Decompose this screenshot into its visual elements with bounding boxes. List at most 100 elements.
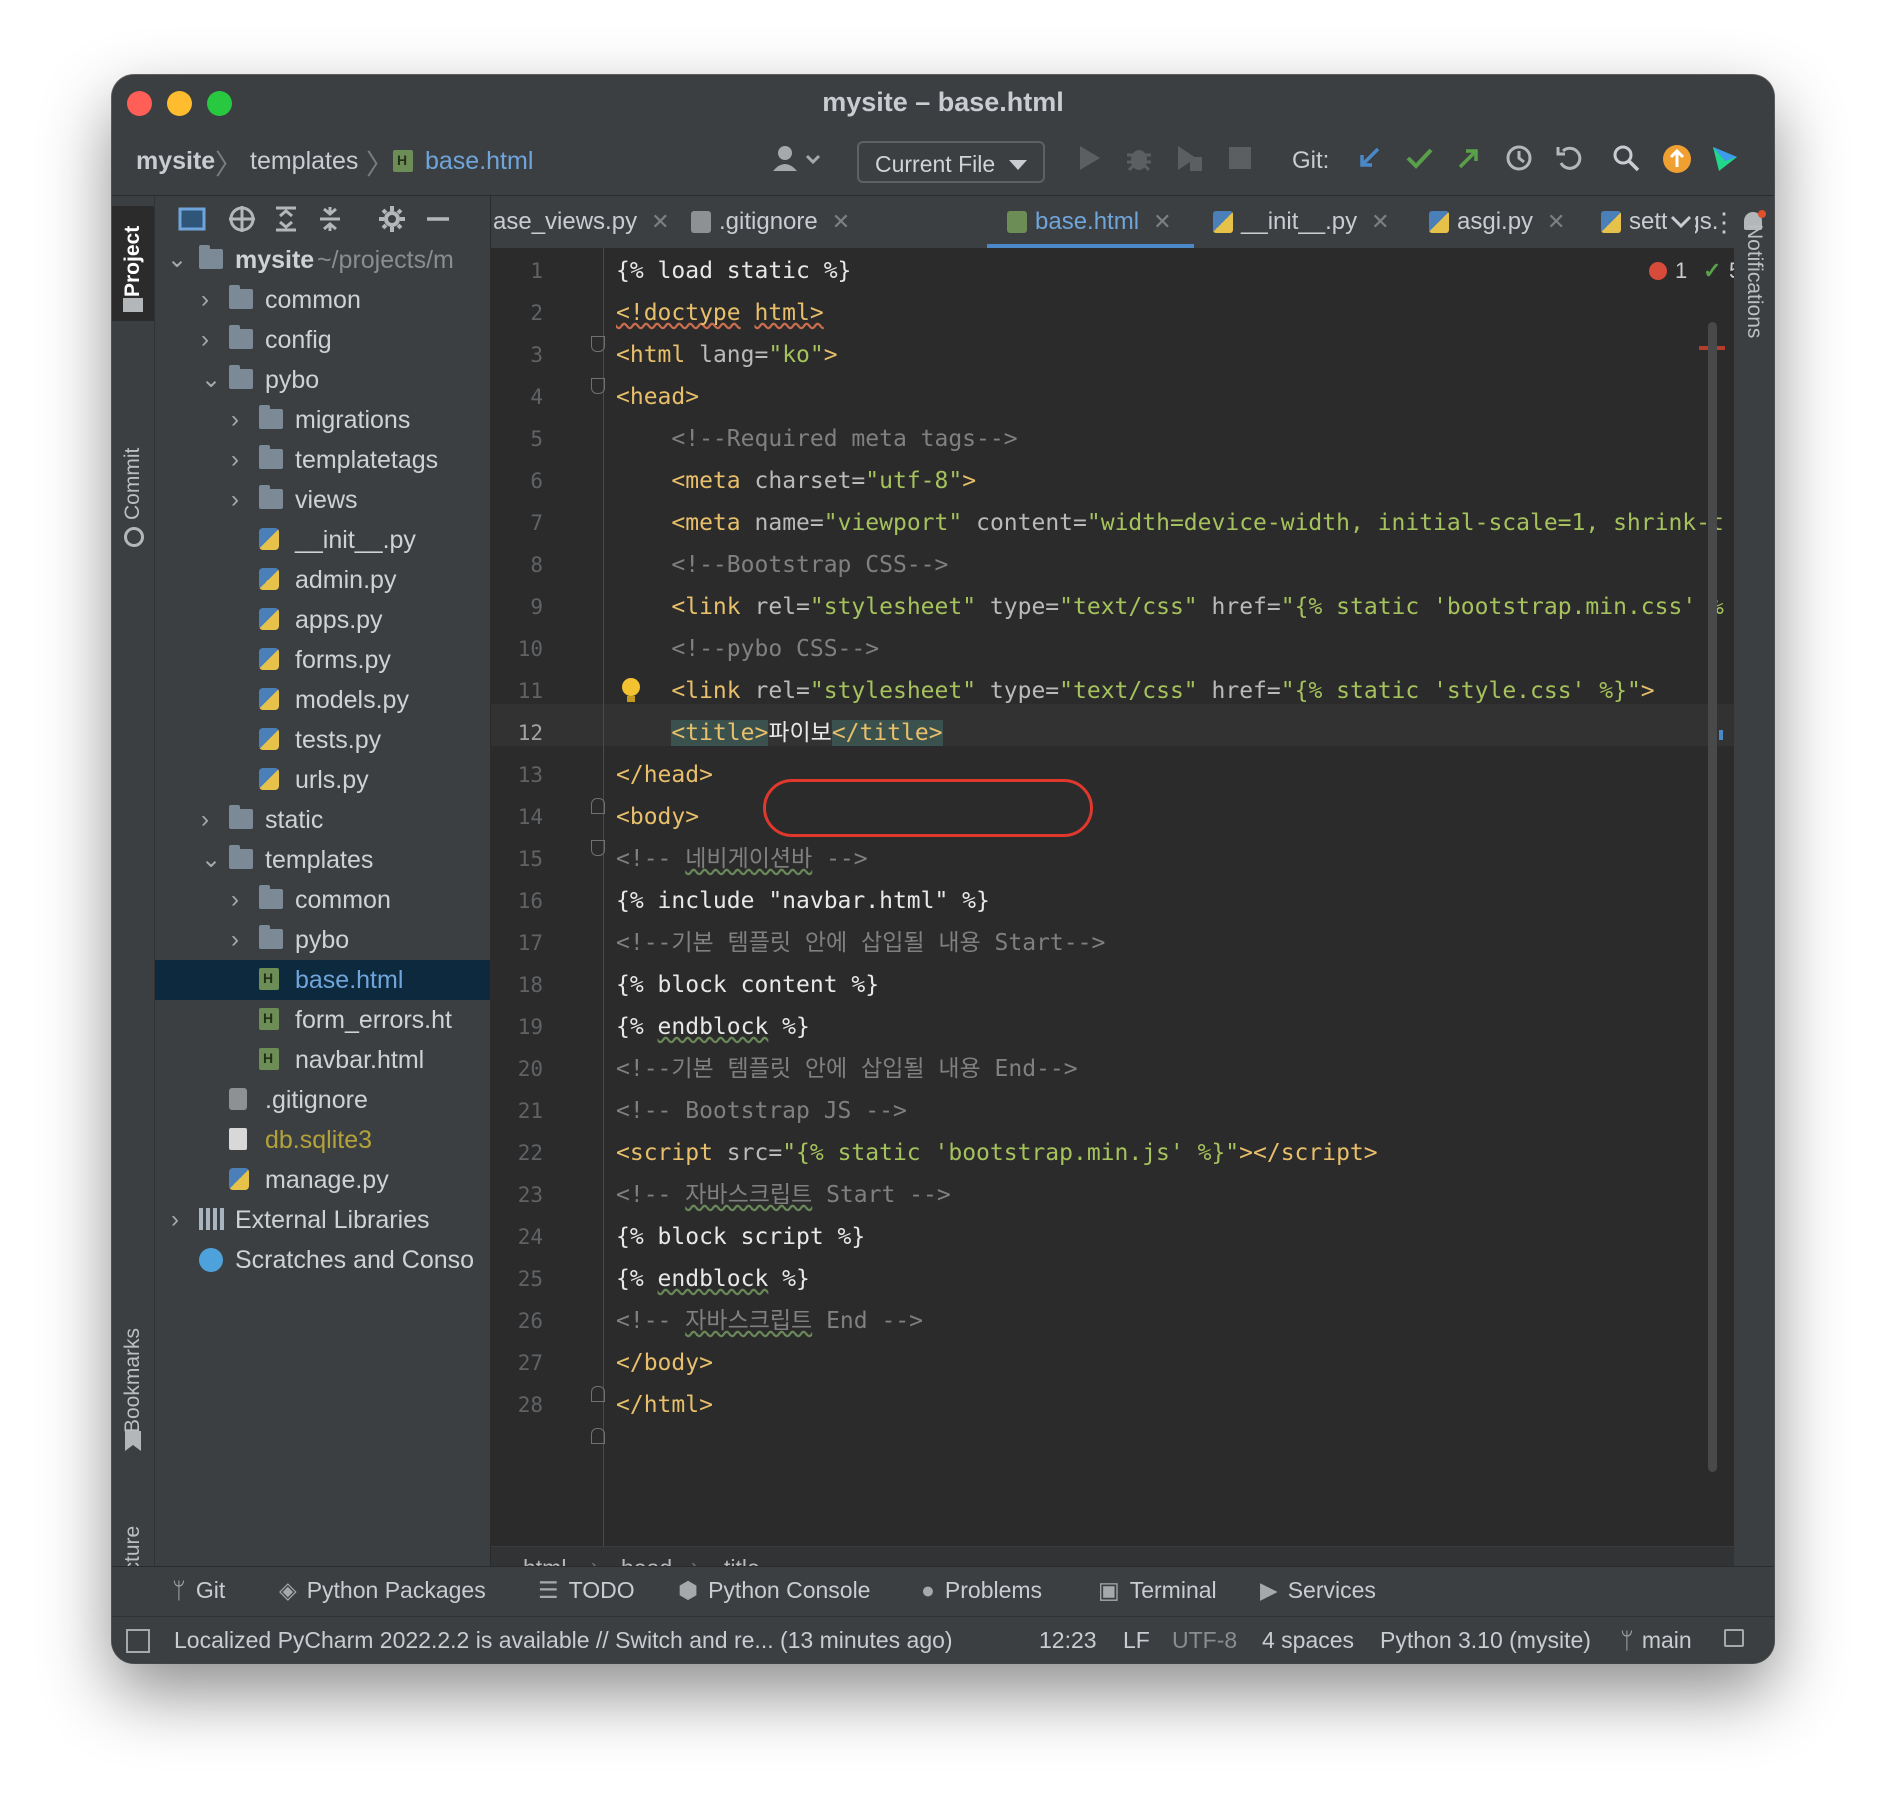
line-number[interactable]: 24 [491, 1216, 543, 1258]
tree-item[interactable]: form_errors.ht [155, 1000, 490, 1040]
coverage-icon[interactable] [1172, 143, 1206, 183]
tree-item[interactable]: › migrations [155, 400, 490, 440]
project-tool-tab[interactable]: Project [112, 206, 154, 321]
toggle-tool-windows-icon[interactable] [126, 1629, 150, 1653]
tool-window-python-packages[interactable]: ◈ Python Packages [279, 1577, 486, 1604]
line-number[interactable]: 13 [491, 754, 543, 796]
nav-crumb-file[interactable]: base.html [425, 147, 533, 176]
tree-item[interactable]: › pybo [155, 920, 490, 960]
line-number[interactable]: 18 [491, 964, 543, 1006]
tree-item[interactable]: › config [155, 320, 490, 360]
caret-position[interactable]: 12:23 [1039, 1627, 1097, 1654]
chevron-right-icon[interactable]: › [231, 480, 249, 520]
line-number[interactable]: 7 [491, 502, 543, 544]
tree-item[interactable]: admin.py [155, 560, 490, 600]
line-number[interactable]: 21 [491, 1090, 543, 1132]
git-update-icon[interactable] [1352, 143, 1386, 183]
tree-item[interactable]: tests.py [155, 720, 490, 760]
tree-item[interactable]: › common [155, 880, 490, 920]
tab-gitignore[interactable]: .gitignore ✕ [691, 196, 850, 248]
line-number[interactable]: 26 [491, 1300, 543, 1342]
fold-marker-icon[interactable] [591, 1386, 605, 1402]
panel-view-icon[interactable] [177, 204, 207, 241]
line-number[interactable]: 10 [491, 628, 543, 670]
line-number[interactable]: 5 [491, 418, 543, 460]
user-dropdown-icon[interactable] [767, 143, 827, 185]
tool-window-services[interactable]: ▶ Services [1260, 1577, 1376, 1604]
line-number[interactable]: 14 [491, 796, 543, 838]
chevron-right-icon[interactable]: › [171, 1200, 189, 1240]
debug-icon[interactable] [1122, 143, 1156, 183]
collapse-all-icon[interactable] [315, 204, 345, 241]
tab-init-py[interactable]: __init__.py ✕ [1213, 196, 1390, 248]
run-configuration-select[interactable]: Current File [857, 141, 1045, 183]
git-push-icon[interactable] [1452, 143, 1486, 183]
status-message[interactable]: Localized PyCharm 2022.2.2 is available … [174, 1627, 953, 1654]
run-icon[interactable] [1072, 143, 1106, 183]
commit-tool-tab[interactable]: Commit [112, 421, 154, 551]
stop-icon[interactable] [1224, 143, 1256, 181]
chevron-down-icon[interactable]: ⌄ [201, 360, 221, 400]
notifications-tool-tab[interactable]: Notifications [1734, 206, 1774, 356]
tree-item[interactable]: __init__.py [155, 520, 490, 560]
fold-marker-icon[interactable] [591, 798, 605, 814]
chevron-right-icon[interactable]: › [201, 280, 219, 320]
line-number[interactable]: 25 [491, 1258, 543, 1300]
close-icon[interactable]: ✕ [1371, 209, 1389, 234]
jetbrains-logo-icon[interactable] [1708, 143, 1742, 185]
line-number[interactable]: 20 [491, 1048, 543, 1090]
tree-item[interactable]: Scratches and Conso [155, 1240, 490, 1280]
tab-base-html[interactable]: base.html ✕ [1007, 196, 1172, 248]
tree-item[interactable]: apps.py [155, 600, 490, 640]
tree-item[interactable]: › views [155, 480, 490, 520]
tree-item[interactable]: › common [155, 280, 490, 320]
hide-panel-icon[interactable] [423, 204, 453, 241]
line-number[interactable]: 2 [491, 292, 543, 334]
chevron-right-icon[interactable]: › [201, 320, 219, 360]
chevron-right-icon[interactable]: › [231, 880, 249, 920]
tool-window-python-console[interactable]: ⬢ Python Console [678, 1577, 870, 1604]
expand-all-icon[interactable] [271, 204, 301, 241]
line-number[interactable]: 17 [491, 922, 543, 964]
line-number[interactable]: 1 [491, 250, 543, 292]
line-number[interactable]: 11 [491, 670, 543, 712]
close-icon[interactable]: ✕ [832, 209, 850, 234]
lock-icon[interactable] [1724, 1629, 1744, 1647]
line-number[interactable]: 8 [491, 544, 543, 586]
line-separator[interactable]: LF [1123, 1627, 1150, 1654]
chevron-right-icon[interactable]: › [201, 800, 219, 840]
tab-base-views[interactable]: ase_views.py ✕ [493, 196, 670, 248]
gear-icon[interactable] [377, 204, 407, 241]
lightbulb-icon[interactable] [622, 678, 640, 696]
tree-item[interactable]: urls.py [155, 760, 490, 800]
line-number[interactable]: 19 [491, 1006, 543, 1048]
history-icon[interactable] [1502, 143, 1536, 183]
chevron-right-icon[interactable]: › [231, 400, 249, 440]
chevron-down-icon[interactable]: ⌄ [201, 840, 221, 880]
tab-settings-py[interactable]: settings. [1601, 196, 1718, 248]
git-commit-icon[interactable] [1402, 143, 1436, 183]
bookmarks-tool-tab[interactable]: Bookmarks [112, 1306, 154, 1456]
line-number[interactable]: 6 [491, 460, 543, 502]
line-number[interactable]: 9 [491, 586, 543, 628]
tree-item[interactable]: base.html [155, 960, 490, 1000]
line-number[interactable]: 27 [491, 1342, 543, 1384]
tree-item[interactable]: › templatetags [155, 440, 490, 480]
file-encoding[interactable]: UTF-8 [1172, 1627, 1237, 1654]
close-icon[interactable]: ✕ [1547, 209, 1565, 234]
chevron-right-icon[interactable]: › [231, 920, 249, 960]
code-editor[interactable]: 1 2 3 4 5 6 7 8 9 10 11 12 13 14 15 16 17 18 19 20 21 22 23 24 2… [491, 248, 1734, 1546]
vertical-scrollbar[interactable] [1708, 322, 1717, 1472]
tree-item[interactable]: db.sqlite3 [155, 1120, 490, 1160]
line-number[interactable]: 28 [491, 1384, 543, 1426]
fold-marker-icon[interactable] [591, 1428, 605, 1444]
nav-crumb-folder[interactable]: templates [250, 147, 358, 176]
tree-root-mysite[interactable]: ⌄ mysite ~/projects/m [155, 240, 490, 280]
chevron-right-icon[interactable]: › [231, 440, 249, 480]
line-number[interactable]: 16 [491, 880, 543, 922]
more-options-icon[interactable]: ⋮ [1711, 196, 1734, 248]
tree-item[interactable]: manage.py [155, 1160, 490, 1200]
nav-crumb-project[interactable]: mysite [136, 147, 215, 176]
tree-item[interactable]: navbar.html [155, 1040, 490, 1080]
line-number[interactable]: 4 [491, 376, 543, 418]
